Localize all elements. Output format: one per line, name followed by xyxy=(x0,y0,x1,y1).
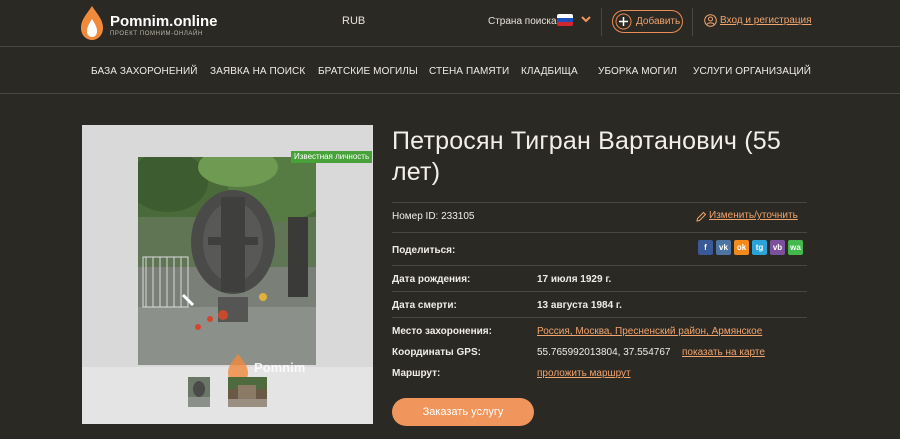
birth-date-label: Дата рождения: xyxy=(392,274,471,285)
death-date-label: Дата смерти: xyxy=(392,300,457,311)
grave-photo-image xyxy=(138,157,316,365)
main-nav: БАЗА ЗАХОРОНЕНИЙ ЗАЯВКА НА ПОИСК БРАТСКИ… xyxy=(0,48,900,94)
logo-subtitle: ПРОЕКТ ПОМНИМ-ОНЛАЙН xyxy=(110,31,203,37)
birth-date-value: 17 июля 1929 г. xyxy=(537,274,612,285)
person-name: Петросян Тигран Вартанович (55 лет) xyxy=(392,127,781,186)
photo-thumbnail[interactable] xyxy=(228,377,267,407)
login-link[interactable]: Вход и регистрация xyxy=(704,13,814,29)
chevron-down-icon[interactable] xyxy=(580,13,592,25)
grave-photo[interactable] xyxy=(138,157,316,365)
death-date-value: 13 августа 1984 г. xyxy=(537,300,622,311)
login-label: Вход и регистрация xyxy=(720,15,812,26)
whatsapp-share-icon[interactable]: wa xyxy=(788,240,803,255)
nav-item-cemeteries[interactable]: КЛАДБИЩА xyxy=(521,66,578,77)
nav-item-search-request[interactable]: ЗАЯВКА НА ПОИСК xyxy=(210,66,305,77)
row-divider xyxy=(392,265,807,266)
thumbnail-image xyxy=(228,377,267,407)
row-divider xyxy=(392,232,807,233)
site-logo[interactable]: Pomnim.online ПРОЕКТ ПОМНИМ-ОНЛАЙН xyxy=(80,5,220,41)
gps-value: 55.765992013804, 37.554767 xyxy=(537,347,671,358)
country-label: Страна поиска: xyxy=(488,16,560,27)
nav-item-organization-services[interactable]: УСЛУГИ ОРГАНИЗАЦИЙ xyxy=(693,66,811,77)
gps-label: Координаты GPS: xyxy=(392,347,481,358)
pencil-icon xyxy=(696,211,707,222)
burial-place-label: Место захоронения: xyxy=(392,326,492,337)
nav-item-grave-cleaning[interactable]: УБОРКА МОГИЛ xyxy=(598,66,677,77)
row-divider xyxy=(392,202,807,203)
route-label: Маршрут: xyxy=(392,368,441,379)
build-route-link[interactable]: проложить маршрут xyxy=(537,368,631,379)
nav-item-mass-graves[interactable]: БРАТСКИЕ МОГИЛЫ xyxy=(318,66,418,77)
header-divider xyxy=(601,8,602,36)
currency-selector[interactable]: RUB xyxy=(342,15,365,27)
vk-share-icon[interactable]: vk xyxy=(716,240,731,255)
row-divider xyxy=(392,317,807,318)
viber-share-icon[interactable]: vb xyxy=(770,240,785,255)
facebook-share-icon[interactable]: f xyxy=(698,240,713,255)
photo-thumbnail[interactable] xyxy=(188,377,210,407)
show-on-map-link[interactable]: показать на карте xyxy=(682,347,765,358)
famous-person-tag: Известная личность xyxy=(291,151,373,163)
add-button[interactable]: Добавить xyxy=(612,10,683,33)
photo-gallery: Pomnim xyxy=(82,125,373,424)
burial-place-link[interactable]: Россия, Москва, Пресненский район, Армян… xyxy=(537,326,762,337)
nav-item-burials-database[interactable]: БАЗА ЗАХОРОНЕНИЙ xyxy=(91,66,198,77)
odnoklassniki-share-icon[interactable]: ok xyxy=(734,240,749,255)
edit-label: Изменить/уточнить xyxy=(709,210,798,221)
site-header: Pomnim.online ПРОЕКТ ПОМНИМ-ОНЛАЙН RUB С… xyxy=(0,0,900,47)
flame-icon xyxy=(81,6,103,40)
nav-item-memory-wall[interactable]: СТЕНА ПАМЯТИ xyxy=(429,66,509,77)
add-button-label: Добавить xyxy=(636,16,681,27)
plus-icon xyxy=(615,13,632,30)
logo-name: Pomnim.online xyxy=(110,13,218,30)
row-divider xyxy=(392,291,807,292)
russia-flag-icon[interactable] xyxy=(557,14,573,26)
header-divider xyxy=(692,8,693,36)
thumbnail-image xyxy=(188,377,210,407)
user-icon xyxy=(704,14,717,27)
share-label: Поделиться: xyxy=(392,245,456,256)
person-id: Номер ID: 233105 xyxy=(392,211,475,222)
edit-link[interactable]: Изменить/уточнить xyxy=(696,210,808,224)
order-service-label: Заказать услугу xyxy=(422,406,504,418)
watermark-text: Pomnim xyxy=(254,360,306,375)
order-service-button[interactable]: Заказать услугу xyxy=(392,398,534,426)
telegram-share-icon[interactable]: tg xyxy=(752,240,767,255)
